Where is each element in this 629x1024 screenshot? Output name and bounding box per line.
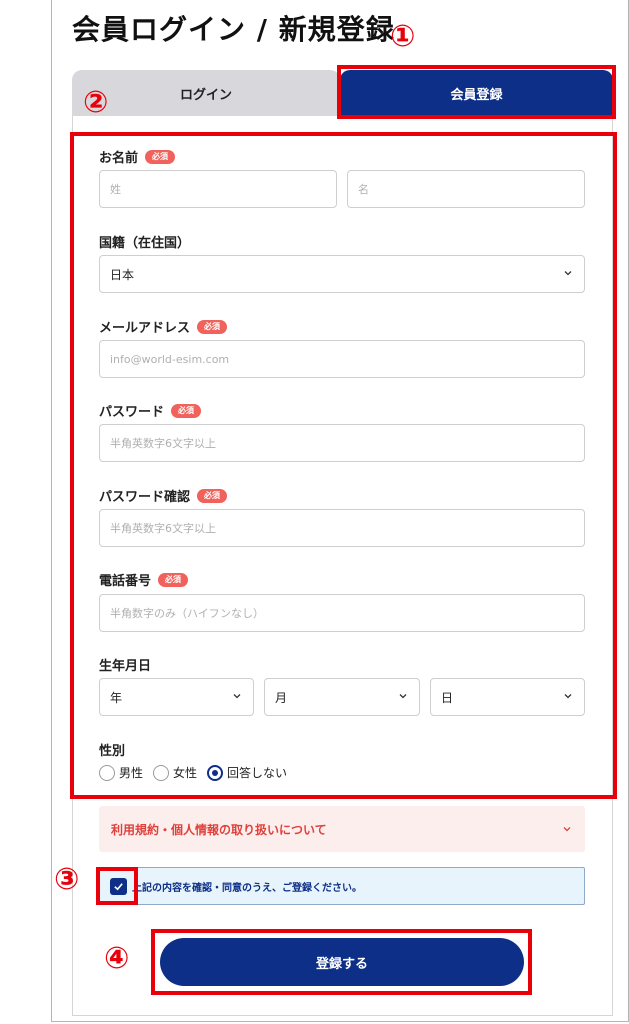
register-submit-button[interactable]: 登録する [160, 938, 524, 986]
required-badge: 必須 [197, 319, 228, 334]
gender-option-no-answer[interactable]: 回答しない [207, 764, 287, 781]
password-label: パスワード 必須 [99, 401, 202, 420]
country-select-value: 日本 [110, 267, 135, 282]
phone-input[interactable] [99, 594, 585, 632]
required-badge: 必須 [158, 572, 189, 587]
country-select[interactable]: 日本 [99, 255, 585, 293]
last-name-input[interactable] [99, 170, 337, 208]
birth-year-value: 年 [110, 690, 123, 705]
name-label: お名前 必須 [99, 147, 176, 166]
terms-title: 利用規約・個人情報の取り扱いについて [111, 822, 327, 837]
radio-icon[interactable] [99, 764, 115, 781]
name-label-text: お名前 [99, 151, 139, 166]
birth-day-value: 日 [441, 690, 454, 705]
chevron-down-icon [564, 271, 572, 276]
annotation-marker-3: ③ [54, 862, 80, 897]
password-label-text: パスワード [99, 405, 165, 420]
gender-option-male[interactable]: 男性 [99, 764, 143, 781]
annotation-marker-2: ② [83, 85, 109, 120]
radio-icon[interactable] [207, 764, 224, 781]
agree-checkbox[interactable] [110, 877, 127, 895]
required-badge: 必須 [171, 403, 202, 418]
password-confirm-label: パスワード確認 必須 [99, 486, 228, 505]
chevron-down-icon [399, 694, 407, 699]
agree-box: 上記の内容を確認・同意のうえ、ご登録ください。 [99, 867, 585, 905]
page-title: 会員ログイン / 新規登録 [72, 13, 395, 46]
password-confirm-input[interactable] [99, 509, 585, 547]
country-label-text: 国籍（在住国） [99, 236, 191, 251]
email-label: メールアドレス 必須 [99, 317, 228, 336]
password-input[interactable] [99, 424, 585, 462]
email-label-text: メールアドレス [99, 321, 191, 336]
required-badge: 必須 [145, 149, 176, 164]
auth-tabs: ログイン 会員登録 [72, 70, 613, 116]
gender-option-female[interactable]: 女性 [153, 764, 197, 781]
gender-option-label: 女性 [173, 766, 198, 780]
birthday-label: 生年月日 [99, 655, 151, 674]
checkmark-icon [114, 882, 123, 890]
terms-accordion[interactable]: 利用規約・個人情報の取り扱いについて [99, 806, 585, 852]
birth-day-select[interactable]: 日 [430, 678, 585, 716]
birthday-label-text: 生年月日 [99, 659, 152, 674]
chevron-down-icon [563, 827, 571, 832]
gender-option-label: 男性 [119, 766, 144, 780]
password-confirm-label-text: パスワード確認 [99, 490, 191, 505]
phone-label: 電話番号 必須 [99, 570, 189, 589]
first-name-input[interactable] [347, 170, 585, 208]
agree-text: 上記の内容を確認・同意のうえ、ご登録ください。 [132, 882, 362, 894]
gender-option-label: 回答しない [227, 766, 288, 780]
country-label: 国籍（在住国） [99, 232, 190, 251]
birth-month-select[interactable]: 月 [264, 678, 420, 716]
phone-label-text: 電話番号 [99, 574, 152, 589]
required-badge: 必須 [197, 488, 228, 503]
radio-icon[interactable] [153, 764, 170, 781]
tab-register[interactable]: 会員登録 [340, 70, 613, 116]
gender-radio-group: 男性 女性 回答しない [99, 764, 297, 781]
birth-month-value: 月 [275, 690, 288, 705]
gender-label-text: 性別 [99, 744, 126, 759]
annotation-marker-1: ① [390, 19, 416, 54]
chevron-down-icon [233, 694, 241, 699]
tab-login[interactable]: ログイン [72, 70, 340, 116]
birth-year-select[interactable]: 年 [99, 678, 254, 716]
annotation-marker-4: ④ [104, 941, 130, 976]
gender-label: 性別 [99, 740, 125, 759]
chevron-down-icon [564, 694, 572, 699]
email-input[interactable] [99, 340, 585, 378]
